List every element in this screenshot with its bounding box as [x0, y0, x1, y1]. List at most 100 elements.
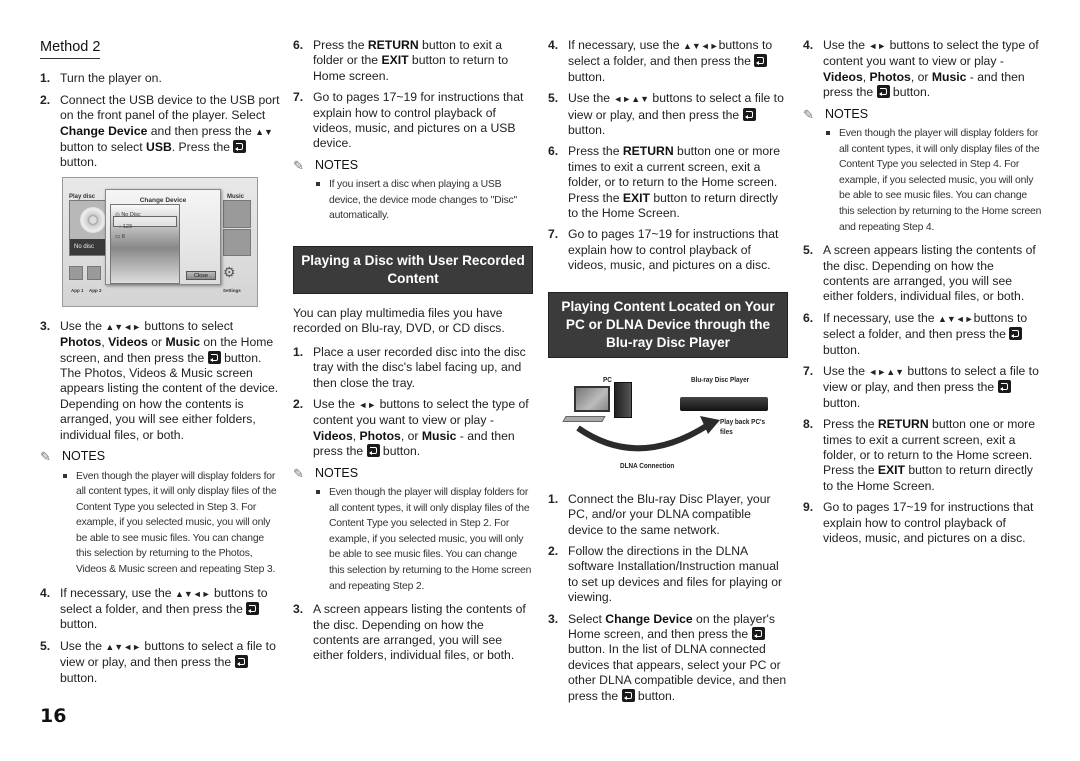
step-item: 3. Select Change Device on the player's H… — [548, 612, 788, 704]
pencil-icon: ✎ — [40, 449, 51, 465]
bold-term: RETURN — [877, 417, 929, 432]
note-text: If you insert a disc when playing a USB … — [329, 179, 518, 222]
step-item: 4. If necessary, use the ▲▼◄►buttons to s… — [548, 38, 788, 85]
bold-term: EXIT — [622, 190, 650, 205]
note-item: If you insert a disc when playing a USB … — [293, 177, 533, 224]
step-item: 2. Use the ◄► buttons to select the type … — [293, 397, 533, 460]
column-1: Method 2 1. Turn the player on. 2. Connect … — [40, 38, 280, 692]
steps-list: 1. Place a user recorded disc into the di… — [293, 345, 533, 460]
step-text: button. — [379, 444, 421, 459]
notes-header: ✎ NOTES — [293, 466, 533, 481]
step-number: 6. — [803, 310, 814, 325]
enter-button-icon — [876, 85, 890, 99]
step-item: 1. Connect the Blu-ray Disc Player, your … — [548, 492, 788, 538]
step-text: Go to pages 17~19 for instructions that … — [313, 90, 524, 151]
steps-list: 3. A screen appears listing the contents … — [293, 602, 533, 664]
step-text: button. — [568, 69, 606, 84]
step-number: 4. — [40, 585, 51, 600]
step-text: Use the — [313, 397, 359, 412]
steps-list: 5. A screen appears listing the contents … — [803, 243, 1043, 546]
device-item: ◎ No Disc — [115, 211, 141, 218]
step-text: buttons to select — [141, 318, 234, 333]
note-text: Even though the player will display fold… — [329, 487, 532, 592]
bold-term: Photos — [869, 69, 911, 84]
step-text: Go to pages 17~19 for instructions that … — [823, 500, 1034, 546]
enter-button-icon — [751, 626, 765, 640]
notes-list: If you insert a disc when playing a USB … — [293, 177, 533, 224]
note-item: Even though the player will display fold… — [40, 469, 280, 578]
bold-term: RETURN — [367, 38, 419, 52]
steps-list: 4. If necessary, use the ▲▼◄► buttons to … — [40, 586, 280, 686]
step-number: 2. — [40, 92, 51, 107]
step-item: 6. Press the RETURN button to exit a fold… — [293, 38, 533, 84]
enter-button-icon — [234, 655, 248, 669]
step-text: A screen appears listing the contents of… — [823, 243, 1036, 304]
step-text: or — [147, 335, 166, 350]
page-number: 16 — [40, 705, 67, 727]
settings-gear-icon: ⚙ — [223, 263, 236, 280]
enter-button-icon — [742, 107, 756, 121]
step-item: 7. Go to pages 17~19 for instructions tha… — [548, 227, 788, 273]
step-text: Connect the Blu-ray Disc Player, your PC… — [568, 491, 771, 537]
arrow-buttons-icon: ▲▼◄► — [105, 641, 142, 652]
step-text: , — [862, 69, 870, 84]
step-text: button. — [823, 342, 861, 357]
step-item: 5. Use the ▲▼◄► buttons to select a file … — [40, 639, 280, 686]
step-text: button to select — [60, 140, 147, 155]
step-text: , — [352, 428, 360, 443]
step-number: 8. — [803, 417, 814, 432]
step-item: 4. If necessary, use the ▲▼◄► buttons to … — [40, 586, 280, 633]
step-text: button. — [568, 123, 606, 138]
arrow-buttons-icon: ◄►▲▼ — [868, 367, 905, 378]
section-banner-user-recorded: Playing a Disc with User Recorded Conten… — [293, 246, 533, 295]
step-text: Press the — [823, 417, 878, 432]
step-text: , or — [400, 428, 422, 443]
step-item: 6. Press the RETURN button one or more ti… — [548, 144, 788, 221]
change-device-screenshot: Play disc Photos Videos Music No disc Ap… — [62, 176, 258, 307]
step-number: 6. — [548, 144, 559, 159]
step-item: 6. If necessary, use the ▲▼◄►buttons to s… — [803, 311, 1043, 358]
step-text: . Press the — [171, 140, 234, 155]
bold-term: Videos — [108, 335, 148, 350]
column-4: 4. Use the ◄► buttons to select the type … — [803, 38, 1043, 553]
step-number: 1. — [293, 344, 304, 359]
enter-button-icon — [233, 140, 247, 154]
arrow-buttons-icon: ◄►▲▼ — [613, 94, 650, 105]
bold-term: Videos — [313, 428, 353, 443]
bold-term: Photos — [359, 428, 401, 443]
notes-header: ✎ NOTES — [40, 449, 280, 464]
step-text: Connect the USB device to the USB port o… — [60, 92, 280, 123]
step-text: Select — [568, 611, 606, 626]
note-text: Even though the player will display fold… — [76, 470, 277, 576]
enter-button-icon — [997, 380, 1011, 394]
notes-header: ✎ NOTES — [293, 158, 533, 173]
step-text: button. — [60, 155, 98, 170]
notes-list: Even though the player will display fold… — [40, 469, 280, 578]
step-text: and then press the — [147, 123, 256, 138]
disc-icon — [80, 206, 106, 233]
step-text: button. In the list of DLNA connected de… — [568, 642, 787, 703]
enter-button-icon — [207, 350, 221, 364]
pencil-icon: ✎ — [293, 465, 304, 481]
step-number: 7. — [293, 90, 304, 105]
enter-button-icon — [366, 444, 380, 458]
step-number: 5. — [803, 243, 814, 258]
bold-term: Music — [931, 69, 967, 84]
steps-list: 3. Use the ▲▼◄► buttons to select Photos,… — [40, 319, 280, 443]
step-item: 3. Use the ▲▼◄► buttons to select Photos,… — [40, 319, 280, 443]
step-number: 5. — [548, 91, 559, 106]
column-2: 6. Press the RETURN button to exit a fold… — [293, 38, 533, 670]
step-item: 3. A screen appears listing the contents … — [293, 602, 533, 664]
notes-list: Even though the player will display fold… — [293, 485, 533, 594]
arrow-buttons-icon: ▲▼ — [255, 126, 273, 137]
arrow-buttons-icon: ▲▼◄► — [937, 313, 974, 324]
step-item: 9. Go to pages 17~19 for instructions tha… — [803, 500, 1043, 546]
step-text: A screen appears listing the contents of… — [313, 602, 526, 663]
step-number: 2. — [548, 543, 559, 558]
step-text: Turn the player on. — [60, 71, 162, 86]
step-text: Use the — [823, 38, 869, 52]
step-text: If necessary, use the — [568, 38, 683, 52]
step-text: Use the — [60, 638, 106, 653]
enter-button-icon — [1009, 327, 1023, 341]
step-text: button. — [60, 617, 98, 632]
